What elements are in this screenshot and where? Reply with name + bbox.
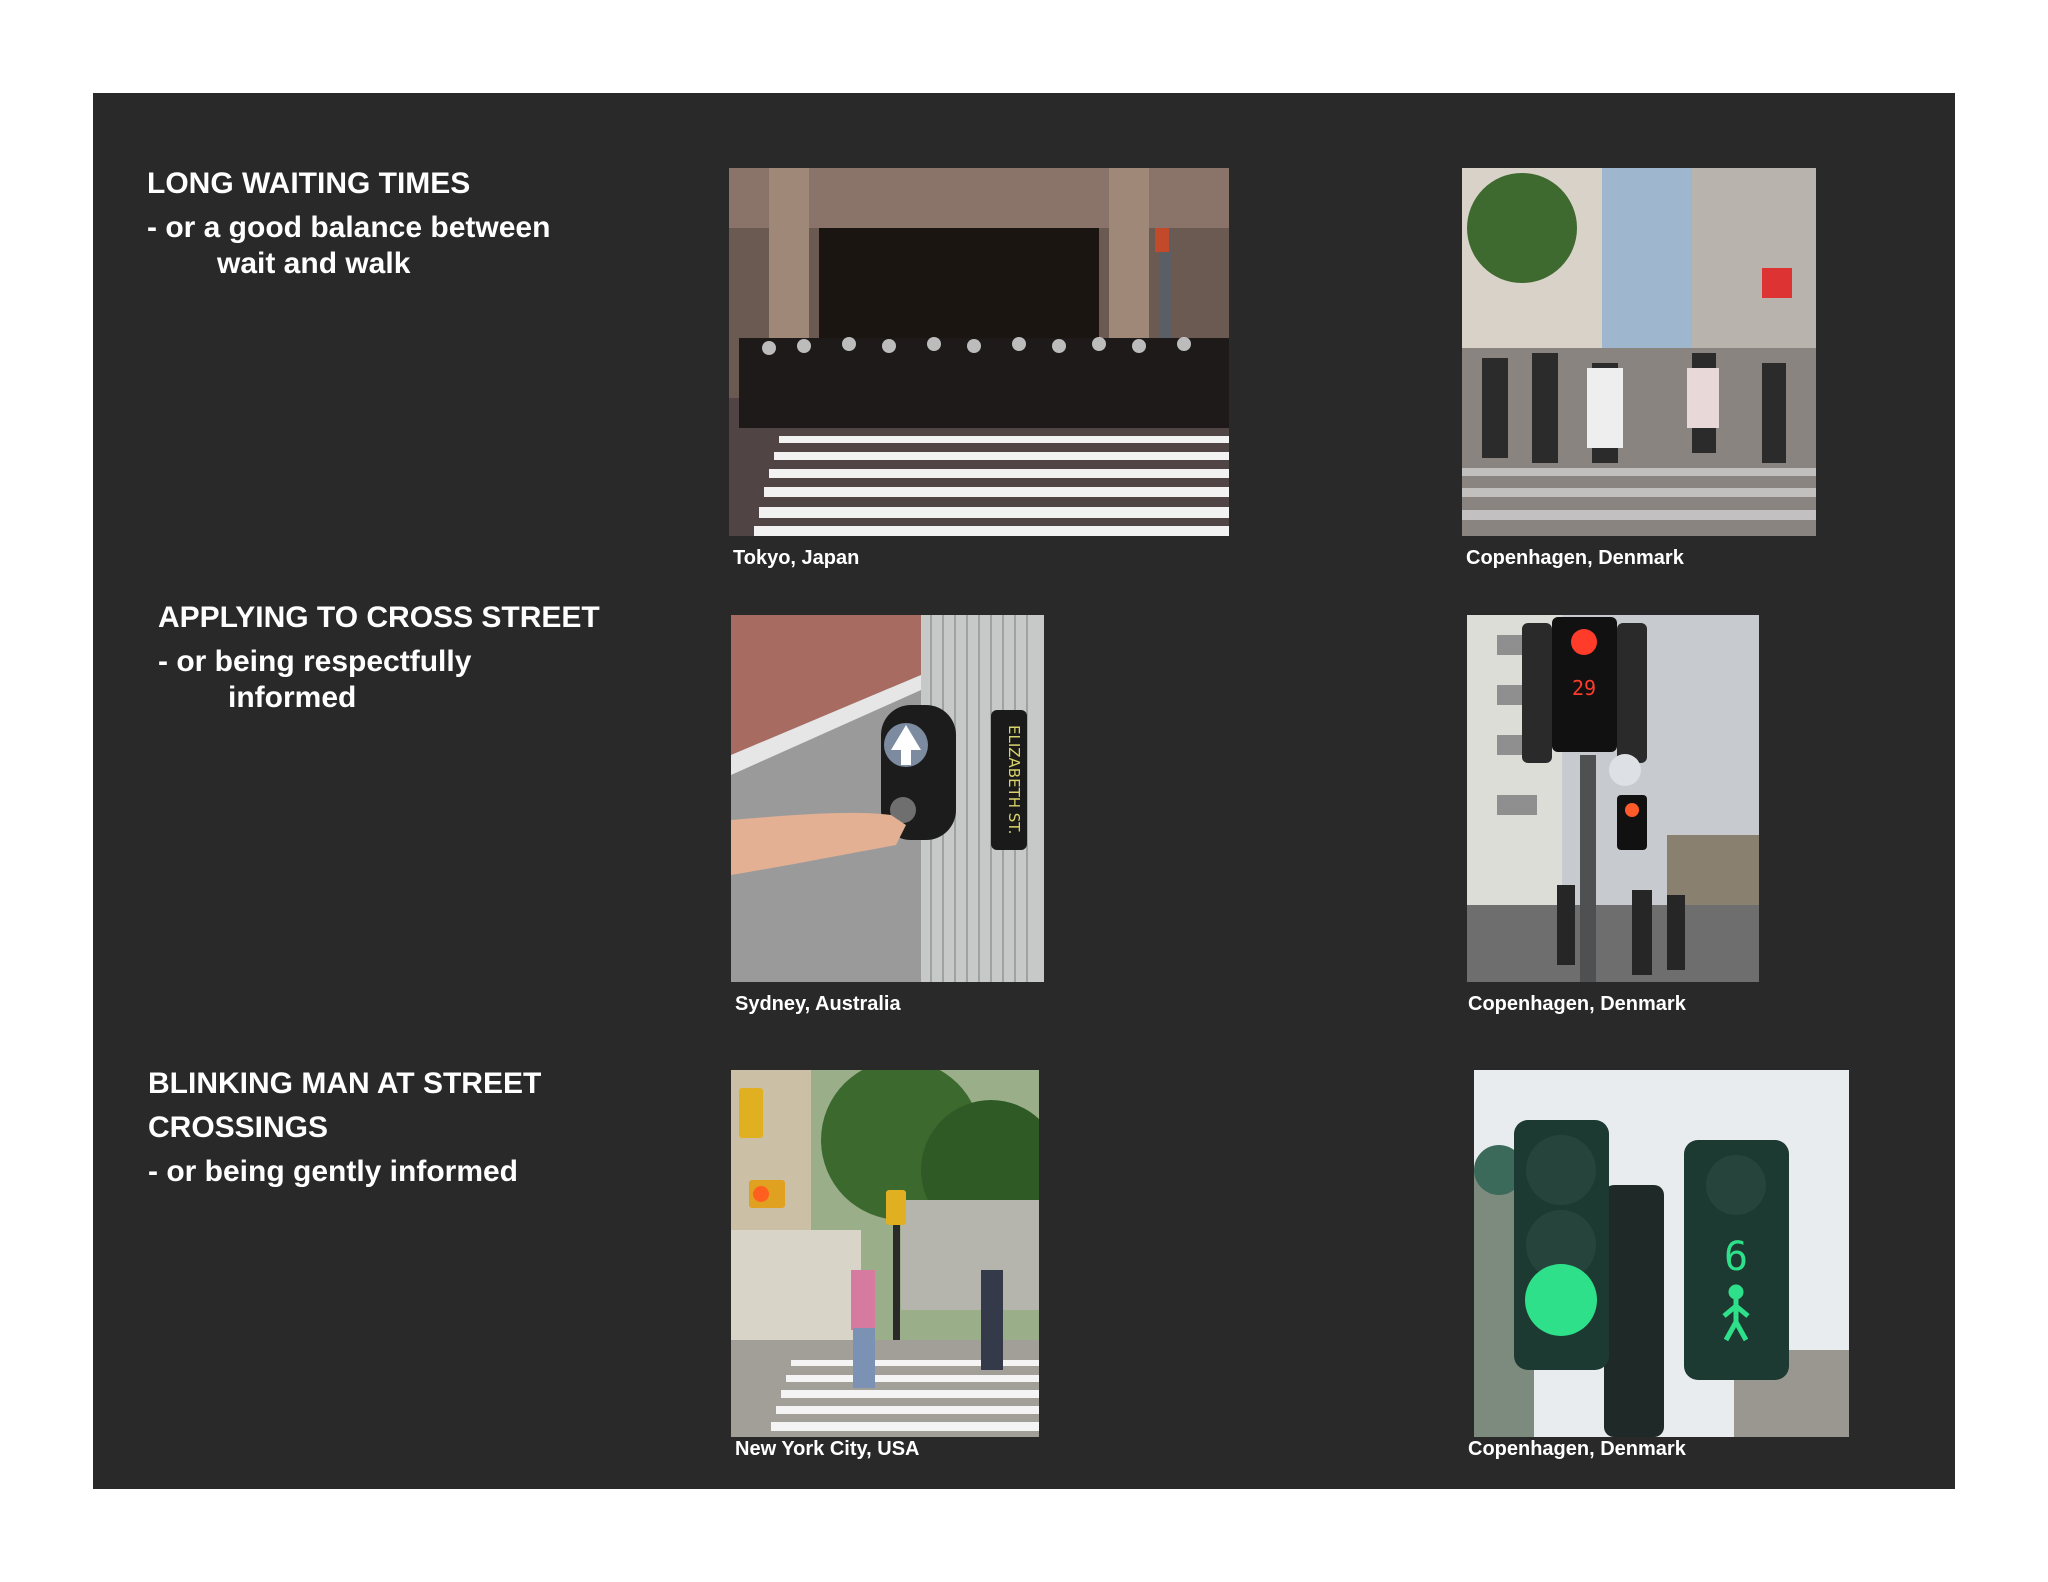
heading-subtitle-cont: wait and walk <box>217 247 411 280</box>
photo-tokyo-crossing <box>729 168 1229 536</box>
heading-title-cont: CROSSINGS <box>148 1111 329 1144</box>
heading-title: LONG WAITING TIMES <box>147 167 471 200</box>
heading-subtitle-cont: informed <box>228 681 357 714</box>
heading-title: BLINKING MAN AT STREET <box>148 1067 542 1100</box>
caption-tokyo: Tokyo, Japan <box>733 547 860 569</box>
caption-copenhagen-3: Copenhagen, Denmark <box>1468 1438 1686 1460</box>
countdown-green-text: 6 <box>1724 1234 1748 1280</box>
countdown-red-text: 29 <box>1572 676 1596 700</box>
caption-copenhagen-2: Copenhagen, Denmark <box>1468 993 1686 1015</box>
heading-subtitle: - or a good balance between <box>147 211 551 244</box>
caption-copenhagen-1: Copenhagen, Denmark <box>1466 547 1684 569</box>
street-sign-text: ELIZABETH ST. <box>1005 725 1023 834</box>
section-heading-applying: APPLYING TO CROSS STREET - or being resp… <box>158 596 600 720</box>
photo-copenhagen-green-man: 6 <box>1474 1070 1849 1437</box>
caption-sydney: Sydney, Australia <box>735 993 901 1015</box>
heading-subtitle: - or being respectfully <box>158 645 472 678</box>
heading-title: APPLYING TO CROSS STREET <box>158 601 600 634</box>
photo-nyc-crossing <box>731 1070 1039 1437</box>
photo-sydney-push-button: ELIZABETH ST. <box>731 615 1044 982</box>
section-heading-blinking: BLINKING MAN AT STREET CROSSINGS - or be… <box>148 1062 541 1194</box>
photo-copenhagen-pedestrians <box>1462 168 1816 536</box>
heading-subtitle: - or being gently informed <box>148 1155 519 1188</box>
section-heading-waiting: LONG WAITING TIMES - or a good balance b… <box>147 162 550 286</box>
photo-copenhagen-countdown: 29 <box>1467 615 1759 982</box>
caption-nyc: New York City, USA <box>735 1438 920 1460</box>
